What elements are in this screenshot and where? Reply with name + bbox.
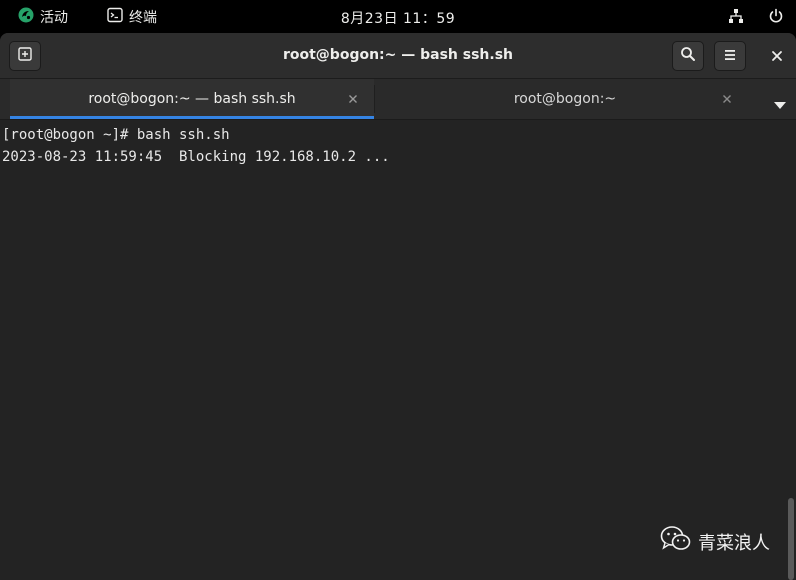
search-icon	[680, 46, 696, 66]
tab-bash-ssh[interactable]: root@bogon:~ — bash ssh.sh	[10, 79, 374, 119]
main-menu-button[interactable]	[714, 41, 746, 71]
terminal-output[interactable]: [root@bogon ~]# bash ssh.sh 2023-08-23 11…	[0, 120, 786, 580]
active-tab-indicator	[10, 116, 374, 119]
close-icon	[771, 47, 783, 66]
system-tray	[728, 8, 784, 28]
hamburger-menu-icon	[723, 47, 737, 66]
tab-close-icon[interactable]	[348, 92, 360, 104]
scrollbar-thumb[interactable]	[788, 498, 794, 580]
tab-divider	[374, 85, 375, 113]
tab-close-icon[interactable]	[722, 92, 734, 104]
network-icon[interactable]	[728, 8, 744, 28]
tab-bar: root@bogon:~ — bash ssh.sh root@bogon:~	[0, 79, 796, 120]
close-window-button[interactable]	[768, 47, 786, 65]
terminal-line: [root@bogon ~]# bash ssh.sh	[2, 127, 230, 143]
tab-label: root@bogon:~	[513, 91, 617, 107]
wechat-logo-icon	[660, 525, 692, 558]
power-icon[interactable]	[768, 8, 784, 28]
desktop: 活动 终端 8月23日 11：59 root@bogon:~ — bash ss…	[0, 0, 796, 580]
watermark-text: 青菜浪人	[698, 532, 770, 554]
watermark: 青菜浪人	[660, 525, 770, 558]
terminal-scrollbar[interactable]	[786, 120, 796, 580]
top-bar: 活动 终端 8月23日 11：59	[0, 0, 796, 33]
terminal-line: 2023-08-23 11:59:45 Blocking 192.168.10.…	[2, 149, 390, 165]
header-bar: root@bogon:~ — bash ssh.sh	[0, 33, 796, 79]
clock[interactable]: 8月23日 11：59	[0, 8, 796, 28]
tab-root-bogon[interactable]: root@bogon:~	[376, 79, 754, 119]
tab-list-dropdown-icon[interactable]	[774, 95, 786, 114]
tab-label: root@bogon:~ — bash ssh.sh	[88, 91, 296, 107]
search-button[interactable]	[672, 41, 704, 71]
